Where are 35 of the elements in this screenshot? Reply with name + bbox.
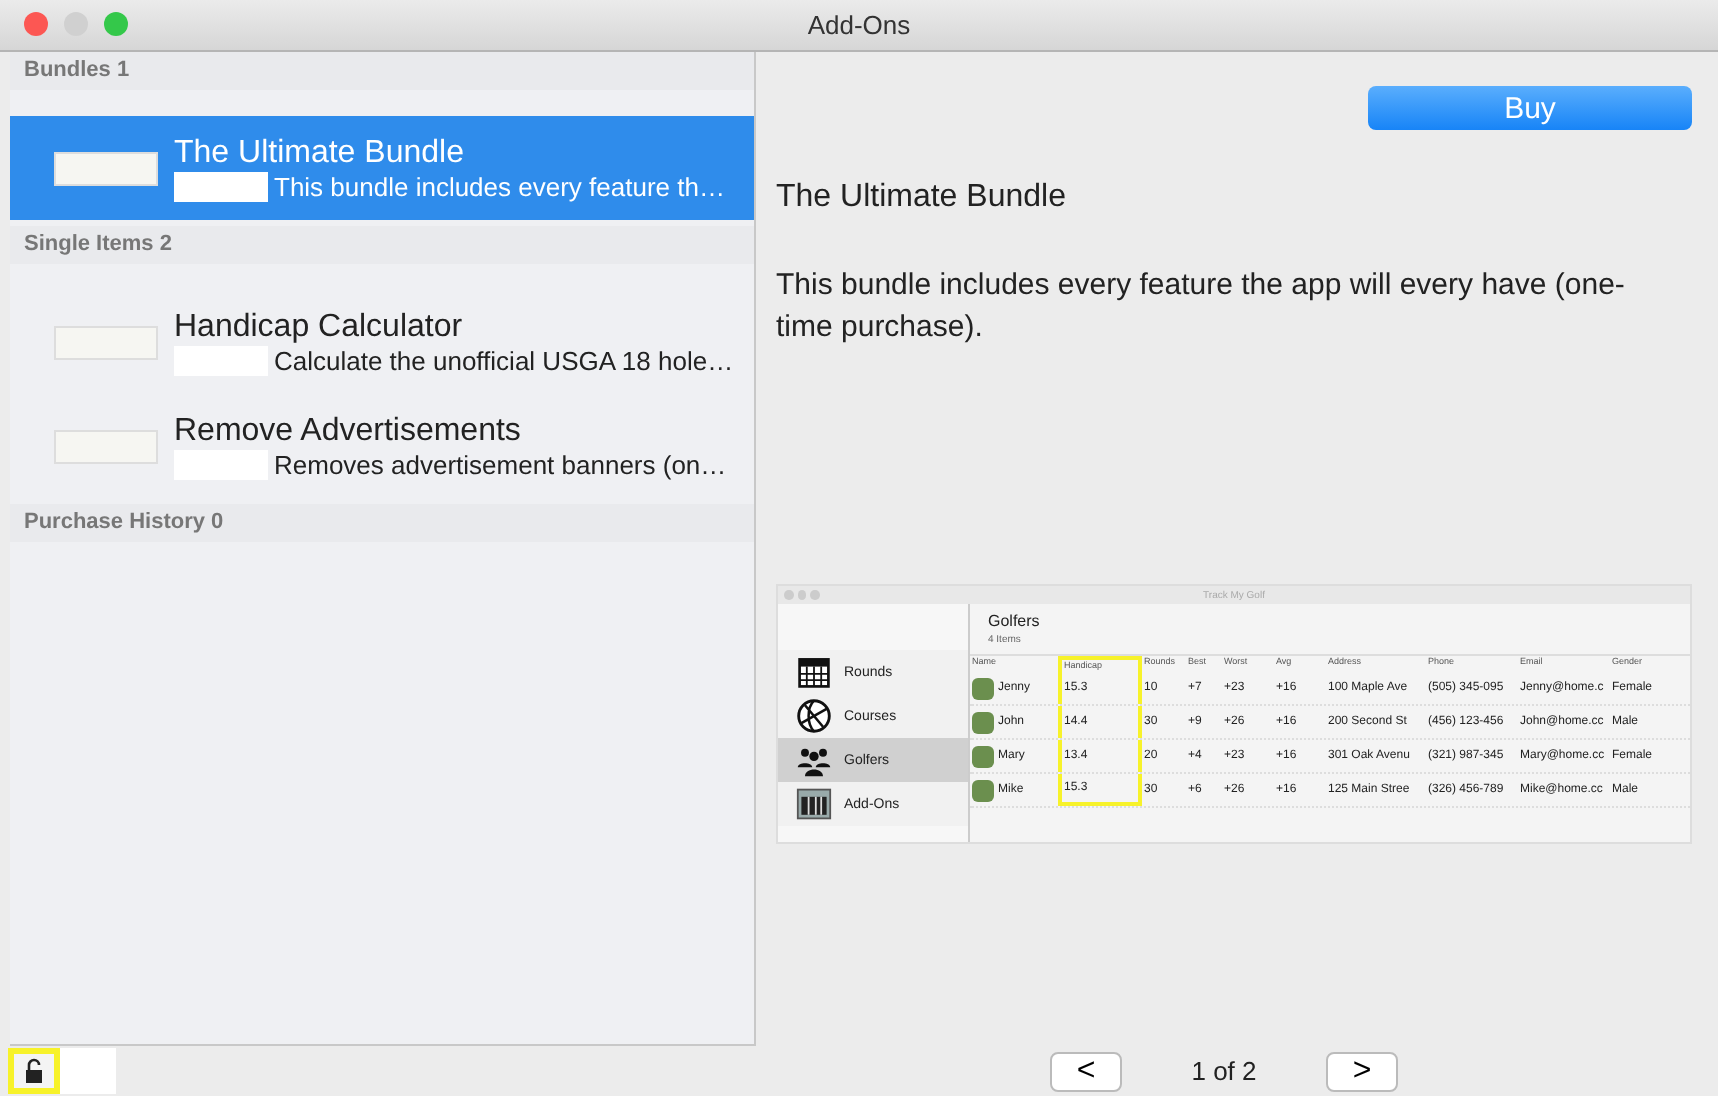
storefront-icon xyxy=(796,786,832,822)
price-placeholder xyxy=(174,172,268,202)
avatar-icon xyxy=(972,745,994,767)
product-description: Removes advertisement banners (on… xyxy=(274,450,727,480)
zoom-button[interactable] xyxy=(104,12,128,36)
preview-heading: Golfers xyxy=(986,612,1042,630)
product-description: Calculate the unofficial USGA 18 hole… xyxy=(274,346,734,376)
thumbnail-image xyxy=(54,325,158,359)
globe-icon xyxy=(796,698,832,734)
thumbnail-image xyxy=(54,429,158,463)
padlock-icon xyxy=(24,1058,44,1084)
blank-field xyxy=(60,1048,116,1094)
section-header: Bundles 1 xyxy=(10,52,754,90)
section-header: Purchase History 0 xyxy=(10,504,754,542)
detail-description: This bundle includes every feature the app will every have (one-time purchase). xyxy=(776,266,1627,348)
product-item[interactable]: Handicap Calculator Calculate the unofficial USGA 18 hole… xyxy=(10,290,754,394)
thumbnail-image xyxy=(54,151,158,185)
avatar-icon xyxy=(972,677,994,699)
product-name: The Ultimate Bundle xyxy=(174,134,466,172)
avatar-icon xyxy=(972,779,994,801)
avatar-icon xyxy=(972,711,994,733)
product-description: This bundle includes every feature th… xyxy=(274,172,725,202)
detail-title: The Ultimate Bundle xyxy=(776,180,1068,216)
page-indicator: 1 of 2 xyxy=(1189,1056,1259,1086)
calendar-icon xyxy=(796,654,832,690)
section-header: Single Items 2 xyxy=(10,226,754,264)
window-title: Add-Ons xyxy=(807,10,911,40)
previous-page-button[interactable]: < xyxy=(1050,1051,1122,1091)
product-item[interactable]: Remove Advertisements Removes advertisement banners (on… xyxy=(10,394,754,498)
lock-button[interactable] xyxy=(8,1048,60,1094)
product-name: Remove Advertisements xyxy=(174,412,523,450)
next-page-button[interactable]: > xyxy=(1326,1051,1398,1091)
close-button[interactable] xyxy=(24,12,48,36)
product-name: Handicap Calculator xyxy=(174,308,465,346)
window-controls-icon xyxy=(784,590,820,600)
